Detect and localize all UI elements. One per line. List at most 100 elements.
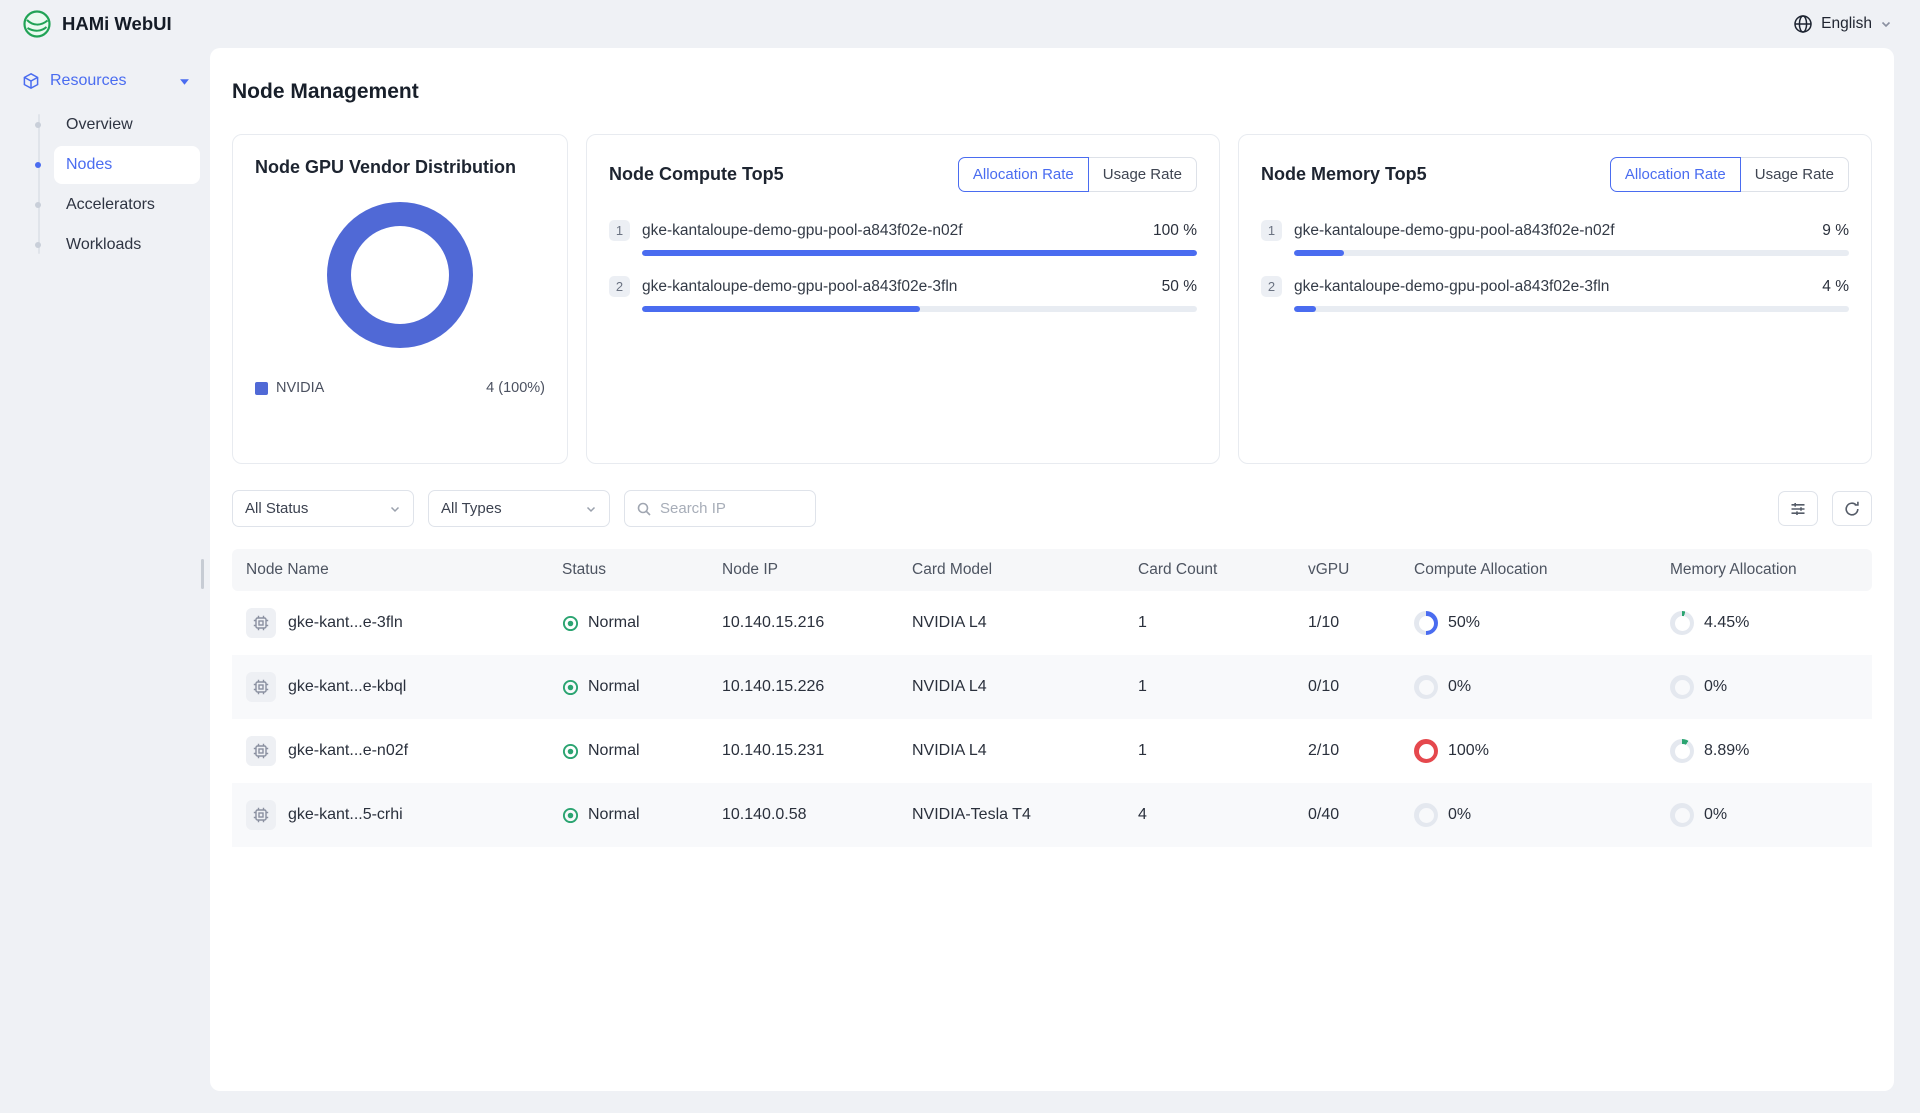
memory-allocation-value: 4.45% xyxy=(1704,614,1749,632)
progress-fill xyxy=(1294,250,1344,256)
vendor-donut-wrap xyxy=(255,202,545,348)
table-row[interactable]: gke-kant...e-n02f Normal 10.140.15.231 N… xyxy=(232,719,1872,783)
page-title: Node Management xyxy=(210,80,1894,104)
memory-allocation-ring xyxy=(1670,675,1694,699)
sidebar-item-nodes[interactable]: Nodes xyxy=(54,146,200,184)
table-row[interactable]: gke-kant...5-crhi Normal 10.140.0.58 NVI… xyxy=(232,783,1872,847)
table-header-row: Node Name Status Node IP Card Model Card… xyxy=(232,549,1872,591)
compute-top5-list: 1 gke-kantaloupe-demo-gpu-pool-a843f02e-… xyxy=(609,220,1197,312)
vendor-card-title: Node GPU Vendor Distribution xyxy=(255,157,545,178)
compute-allocation-value: 0% xyxy=(1448,678,1471,696)
memory-top5-card: Node Memory Top5 Allocation Rate Usage R… xyxy=(1238,134,1872,464)
type-filter-select[interactable]: All Types xyxy=(428,490,610,527)
node-ip: 10.140.0.58 xyxy=(712,783,902,847)
legend-value: 4 (100%) xyxy=(486,380,545,396)
status-badge: Normal xyxy=(588,678,640,696)
memory-allocation-value: 0% xyxy=(1704,806,1727,824)
col-status: Status xyxy=(552,549,712,591)
status-filter-select[interactable]: All Status xyxy=(232,490,414,527)
status-normal-icon xyxy=(562,743,579,760)
column-settings-icon xyxy=(1789,500,1807,518)
rank-badge: 2 xyxy=(1261,276,1282,297)
table-row[interactable]: gke-kant...e-kbql Normal 10.140.15.226 N… xyxy=(232,655,1872,719)
progress-fill xyxy=(1294,306,1316,312)
node-value: 100 % xyxy=(1153,222,1197,240)
chevron-down-icon xyxy=(585,503,597,515)
nodes-table-wrap: Node Name Status Node IP Card Model Card… xyxy=(210,549,1894,847)
chevron-down-icon xyxy=(179,76,190,87)
nodes-table: Node Name Status Node IP Card Model Card… xyxy=(232,549,1872,847)
language-selector[interactable]: English xyxy=(1793,14,1892,34)
sidebar-group-resources[interactable]: Resources xyxy=(12,62,200,100)
memory-allocation-value: 0% xyxy=(1704,678,1727,696)
compute-rate-toggle: Allocation Rate Usage Rate xyxy=(958,157,1197,192)
search-ip-box[interactable] xyxy=(624,490,816,527)
status-normal-icon xyxy=(562,679,579,696)
col-memory-allocation: Memory Allocation xyxy=(1660,549,1872,591)
rank-badge: 2 xyxy=(609,276,630,297)
column-settings-button[interactable] xyxy=(1778,491,1818,526)
card-model: NVIDIA L4 xyxy=(902,655,1128,719)
status-normal-icon xyxy=(562,615,579,632)
brand: HAMi WebUI xyxy=(22,9,172,39)
summary-cards: Node GPU Vendor Distribution NVIDIA 4 (1… xyxy=(210,134,1894,464)
node-value: 4 % xyxy=(1822,278,1849,296)
progress-fill xyxy=(642,306,920,312)
sidebar-item-workloads[interactable]: Workloads xyxy=(54,226,200,264)
compute-allocation-value: 100% xyxy=(1448,742,1489,760)
card-model: NVIDIA L4 xyxy=(902,591,1128,655)
sidebar-item-overview[interactable]: Overview xyxy=(54,106,200,144)
progress-track xyxy=(1294,250,1849,256)
filter-row: All Status All Types xyxy=(210,490,1894,527)
status-normal-icon xyxy=(562,807,579,824)
memory-allocation-value: 8.89% xyxy=(1704,742,1749,760)
search-ip-input[interactable] xyxy=(660,500,804,517)
gpu-chip-icon xyxy=(246,608,276,638)
node-name: gke-kant...5-crhi xyxy=(288,806,403,824)
compute-allocation-ring xyxy=(1414,803,1438,827)
sidebar-collapse-handle[interactable] xyxy=(201,559,204,589)
memory-allocation-ring xyxy=(1670,611,1694,635)
vgpu-value: 0/10 xyxy=(1298,655,1404,719)
compute-allocation-value: 0% xyxy=(1448,806,1471,824)
vendor-donut-chart xyxy=(327,202,473,348)
card-model: NVIDIA-Tesla T4 xyxy=(902,783,1128,847)
col-compute-allocation: Compute Allocation xyxy=(1404,549,1660,591)
main-panel: Node Management Node GPU Vendor Distribu… xyxy=(210,48,1894,1091)
sidebar-nav: Overview Nodes Accelerators Workloads xyxy=(38,106,200,264)
compute-card-title: Node Compute Top5 xyxy=(609,164,784,185)
table-row[interactable]: gke-kant...e-3fln Normal 10.140.15.216 N… xyxy=(232,591,1872,655)
sidebar-group-label: Resources xyxy=(50,72,126,90)
sidebar-item-accelerators[interactable]: Accelerators xyxy=(54,186,200,224)
node-ip: 10.140.15.231 xyxy=(712,719,902,783)
node-value: 50 % xyxy=(1162,278,1197,296)
chevron-down-icon xyxy=(389,503,401,515)
node-name: gke-kantaloupe-demo-gpu-pool-a843f02e-3f… xyxy=(1294,278,1609,296)
resources-icon xyxy=(22,72,40,90)
col-node-ip: Node IP xyxy=(712,549,902,591)
vgpu-value: 2/10 xyxy=(1298,719,1404,783)
vgpu-value: 1/10 xyxy=(1298,591,1404,655)
type-filter-value: All Types xyxy=(441,500,502,517)
vgpu-value: 0/40 xyxy=(1298,783,1404,847)
status-badge: Normal xyxy=(588,742,640,760)
col-node-name: Node Name xyxy=(232,549,552,591)
compute-allocation-value: 50% xyxy=(1448,614,1480,632)
chevron-down-icon xyxy=(1880,18,1892,30)
compute-allocation-rate-tab[interactable]: Allocation Rate xyxy=(958,157,1089,192)
memory-usage-rate-tab[interactable]: Usage Rate xyxy=(1740,157,1849,192)
globe-icon xyxy=(1793,14,1813,34)
legend-item-nvidia[interactable]: NVIDIA 4 (100%) xyxy=(255,380,545,396)
progress-track xyxy=(642,250,1197,256)
memory-allocation-rate-tab[interactable]: Allocation Rate xyxy=(1610,157,1741,192)
layout: Resources Overview Nodes Accelerators Wo… xyxy=(0,48,1920,1101)
compute-usage-rate-tab[interactable]: Usage Rate xyxy=(1088,157,1197,192)
gpu-chip-icon xyxy=(246,800,276,830)
node-name: gke-kantaloupe-demo-gpu-pool-a843f02e-3f… xyxy=(642,278,957,296)
compute-allocation-ring xyxy=(1414,675,1438,699)
refresh-button[interactable] xyxy=(1832,491,1872,526)
rank-badge: 1 xyxy=(609,220,630,241)
legend-label: NVIDIA xyxy=(276,380,324,396)
card-count: 1 xyxy=(1128,655,1298,719)
memory-top5-list: 1 gke-kantaloupe-demo-gpu-pool-a843f02e-… xyxy=(1261,220,1849,312)
